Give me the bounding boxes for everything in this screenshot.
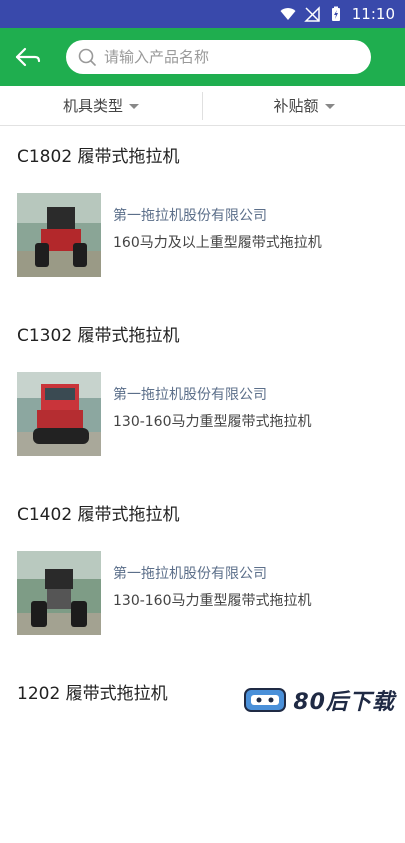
product-item[interactable]: C1302 履带式拖拉机 第一拖拉机股份有限公司 130-160马力重型履带式拖… (0, 306, 405, 485)
product-description: 130-160马力重型履带式拖拉机 (113, 590, 312, 610)
wifi-icon (280, 6, 296, 22)
back-arrow-icon (15, 47, 41, 67)
filter-machine-type[interactable]: 机具类型 (0, 86, 202, 125)
product-company: 第一拖拉机股份有限公司 (113, 384, 267, 404)
filter-bar: 机具类型 补贴额 (0, 86, 405, 126)
watermark-text: 80后下载 (293, 684, 395, 716)
product-description: 130-160马力重型履带式拖拉机 (113, 411, 312, 431)
battery-charging-icon (328, 6, 344, 22)
filter-subsidy[interactable]: 补贴额 (203, 86, 405, 125)
product-title: 1202 履带式拖拉机 (17, 679, 168, 704)
watermark-logo-icon (243, 685, 287, 715)
status-bar: 11:10 (0, 0, 405, 28)
filter-machine-type-label: 机具类型 (63, 95, 123, 116)
search-box[interactable] (66, 40, 371, 74)
product-item[interactable]: C1802 履带式拖拉机 第一拖拉机股份有限公司 160马力及以上重型履带式拖拉… (0, 127, 405, 306)
no-signal-icon (304, 6, 320, 22)
watermark: 80后下载 (243, 684, 395, 716)
product-title: C1402 履带式拖拉机 (17, 500, 180, 525)
product-image (17, 372, 101, 456)
dropdown-arrow-icon (129, 104, 139, 109)
product-image (17, 551, 101, 635)
product-title: C1302 履带式拖拉机 (17, 321, 180, 346)
status-time: 11:10 (352, 5, 395, 23)
filter-subsidy-label: 补贴额 (273, 95, 318, 116)
product-description: 160马力及以上重型履带式拖拉机 (113, 232, 322, 252)
product-image (17, 193, 101, 277)
search-icon (78, 48, 96, 66)
product-item[interactable]: C1402 履带式拖拉机 第一拖拉机股份有限公司 130-160马力重型履带式拖… (0, 485, 405, 664)
dropdown-arrow-icon (325, 104, 335, 109)
app-bar (0, 28, 405, 86)
product-company: 第一拖拉机股份有限公司 (113, 563, 267, 583)
back-button[interactable] (0, 28, 56, 86)
product-title: C1802 履带式拖拉机 (17, 142, 180, 167)
product-company: 第一拖拉机股份有限公司 (113, 205, 267, 225)
product-list: C1802 履带式拖拉机 第一拖拉机股份有限公司 160马力及以上重型履带式拖拉… (0, 127, 405, 843)
search-input[interactable] (104, 48, 354, 66)
